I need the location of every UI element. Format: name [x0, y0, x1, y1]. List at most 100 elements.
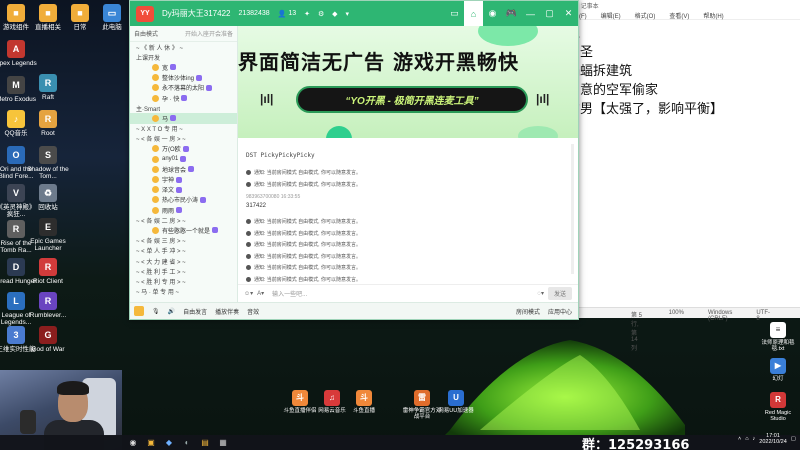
message-input-bar[interactable]: ☺▾ A▾ 输入一些吧... ◌▾ 发送 — [238, 284, 578, 302]
channel-list-panel[interactable]: 自由模式 开始入座开会准备 ~ 《 新 人 休 》 ~ 上课开发宽整体沙体ing 永… — [130, 26, 238, 302]
desktop-icon[interactable]: G God of War — [26, 326, 70, 353]
channel-item[interactable]: ~ 马 · 单 专 用 ~ — [130, 287, 237, 297]
notepad-menu-view[interactable]: 查看(V) — [669, 11, 689, 20]
message-area[interactable]: DST PickyPickyPicky 通知: 当前房间模式 自由模式, 你可以… — [238, 138, 578, 284]
mic-icon[interactable]: 🎙 — [152, 308, 160, 315]
channel-item[interactable]: ~ < 单 人 手 冲 > ~ — [130, 246, 237, 256]
desktop-shortcut[interactable]: 斗斗鱼直播 — [344, 390, 384, 414]
icon-label: 网易UU加速器 — [438, 408, 474, 414]
room-title: Dy玛丽大王317422 — [162, 9, 231, 18]
member-item[interactable]: 雨雨 — [130, 205, 237, 215]
start-icon[interactable]: ◉ — [124, 435, 142, 450]
notepad-window[interactable]: Txt - 记事本 文件(F) 编辑(E) 格式(O) 查看(V) 帮助(H) … — [560, 0, 800, 352]
taskbar-app-icon[interactable]: ▦ — [214, 435, 232, 450]
notepad-menu-format[interactable]: 格式(O) — [635, 11, 656, 20]
taskbar-app-icon[interactable]: ▤ — [196, 435, 214, 450]
system-notice: 通知: 当前房间模式 自由模式, 你可以随意发言。 — [246, 228, 578, 240]
app-center-button[interactable]: 应用中心 — [548, 307, 572, 316]
member-item[interactable]: 万(O欧 — [130, 144, 237, 154]
app-icon: R — [39, 74, 57, 92]
desktop-icon[interactable]: E Epic Games Launcher — [26, 218, 70, 253]
chat-icon[interactable]: ◌▾ — [537, 290, 544, 297]
channel-item[interactable]: ~ < 胜 利 专 用 > ~ — [130, 276, 237, 286]
clock[interactable]: 17:01 2022/10/24 — [759, 433, 787, 445]
taskbar-app-icon[interactable]: ◐ — [178, 435, 196, 450]
voice-chat-window[interactable]: YY Dy玛丽大王317422 21382438 👤 13 ✦ ⚙ ◆ ▾ ▭ … — [129, 0, 579, 320]
app-icon: L — [7, 292, 25, 310]
notepad-title-bar: Txt - 记事本 — [561, 0, 800, 10]
screen-icon[interactable]: ▭ — [445, 1, 464, 26]
notepad-menu-edit[interactable]: 编辑(E) — [601, 11, 621, 20]
notice-icon — [246, 242, 251, 248]
channel-item[interactable]: 上课开发 — [130, 52, 237, 62]
desktop-icon[interactable]: A Apex Legends — [0, 40, 38, 67]
member-item[interactable]: 热心市民小涛 — [130, 195, 237, 205]
notice-text: 通知: 当前房间模式 自由模式, 你可以随意发言。 — [254, 253, 361, 260]
channel-item[interactable]: ~ < 大 力 建 省 > ~ — [130, 256, 237, 266]
volume-icon[interactable]: ♪ — [753, 436, 756, 442]
member-item[interactable]: 马 — [130, 113, 237, 124]
member-item[interactable]: 宽 — [130, 62, 237, 72]
user-avatar-icon — [152, 74, 159, 82]
channel-item[interactable]: ~ < 胜 利 手 工 > ~ — [130, 266, 237, 276]
notepad-text-area[interactable]: 位 刺圣 蝙蝠拆建筑 刺意的空军偷家 狗男【太强了，影响平衡】 — [561, 20, 800, 119]
avatar[interactable] — [134, 306, 144, 316]
member-item[interactable]: 地球音会 — [130, 164, 237, 174]
desktop-icon[interactable]: S Shadow of the Tom... — [26, 146, 70, 181]
channel-item[interactable]: ~ < 各 娱 三 房 > ~ — [130, 236, 237, 246]
desktop-icon[interactable]: R Raft — [26, 74, 70, 101]
member-item[interactable]: 孕 · 快 — [130, 93, 237, 103]
gamepad-icon[interactable]: 🎮 — [502, 1, 521, 26]
desktop-icon[interactable]: ▭ 此电脑 — [90, 4, 134, 31]
close-button[interactable]: ✕ — [559, 1, 578, 26]
channel-item[interactable]: ~ 《 新 人 休 》 ~ — [130, 42, 237, 52]
notepad-line: 位 — [567, 24, 800, 43]
channel-item[interactable]: 主·Smart — [130, 103, 237, 113]
desktop-icon[interactable]: ♻ 回收站 — [26, 184, 70, 211]
maximize-button[interactable]: ▢ — [540, 1, 559, 26]
send-button[interactable]: 发送 — [547, 287, 572, 300]
channel-item[interactable]: ~ < 各 娱 二 房 > ~ — [130, 215, 237, 225]
network-icon[interactable]: ⌂ — [745, 436, 748, 442]
home-icon[interactable]: ⌂ — [464, 1, 483, 26]
play-music-label[interactable]: 播放伴奏 — [215, 307, 239, 316]
app-icon: R — [39, 110, 57, 128]
channel-item[interactable]: ~ X X T O 专 用 ~ — [130, 124, 237, 134]
member-item[interactable]: 永不落幕的太阳 — [130, 83, 237, 93]
desktop-icon[interactable]: R Rumblever... — [26, 292, 70, 319]
member-item[interactable]: any01 — [130, 154, 237, 164]
member-item[interactable]: 泽文 — [130, 185, 237, 195]
member-item[interactable]: 整体沙体ing — [130, 73, 237, 83]
row-label: ~ < 各 娱 一 房 > ~ — [136, 137, 186, 144]
notepad-menu-help[interactable]: 帮助(H) — [703, 11, 723, 20]
member-item[interactable]: 宇神 — [130, 174, 237, 184]
minimize-button[interactable]: — — [521, 1, 540, 26]
member-item[interactable]: 有些憨憨一个就是 — [130, 225, 237, 235]
speaker-icon[interactable]: 🔊 — [168, 308, 175, 315]
user-avatar-icon — [152, 155, 159, 163]
desktop-shortcut[interactable]: ≡ 法师原理和毯毯.txt — [758, 322, 798, 353]
desktop-shortcut[interactable]: U 网易UU加速器 — [436, 390, 476, 414]
free-speech-label[interactable]: 自由发言 — [183, 307, 207, 316]
desktop-shortcut[interactable]: ▶ 幻灯 — [758, 358, 798, 382]
taskbar-app-icon[interactable]: ◆ — [160, 435, 178, 450]
audio-effect-label[interactable]: 音效 — [247, 307, 259, 316]
font-icon[interactable]: A▾ — [257, 290, 264, 297]
badge-icon — [181, 95, 188, 102]
ad-banner[interactable]: 界面简洁无广告 游戏开黑畅快 |ıl| “YO开黑 - 极简开黑连麦工具” |ı… — [238, 26, 578, 138]
room-mode-button[interactable]: 房间模式 — [516, 307, 540, 316]
channel-item[interactable]: ~ < 各 娱 一 房 > ~ — [130, 134, 237, 144]
message-scrollbar[interactable] — [571, 144, 574, 274]
emoji-icon[interactable]: ☺▾ — [244, 290, 253, 297]
message-input[interactable]: 输入一些吧... — [272, 289, 307, 298]
desktop-icon[interactable]: R Root — [26, 110, 70, 137]
taskbar-app-icon[interactable]: ▣ — [142, 435, 160, 450]
system-notice: 通知: 当前房间模式 自由模式, 你可以随意发言。 — [246, 216, 578, 228]
record-icon[interactable]: ◉ — [483, 1, 502, 26]
row-label: 主·Smart — [136, 106, 161, 113]
notification-icon[interactable]: ▢ — [791, 436, 796, 442]
desktop-shortcut[interactable]: R Red Magic Studio — [758, 392, 798, 423]
tray-up-icon[interactable]: ˄ — [738, 436, 741, 442]
desktop-icon[interactable]: R Riot Client — [26, 258, 70, 285]
mode-selector[interactable]: 自由模式 — [134, 29, 158, 38]
